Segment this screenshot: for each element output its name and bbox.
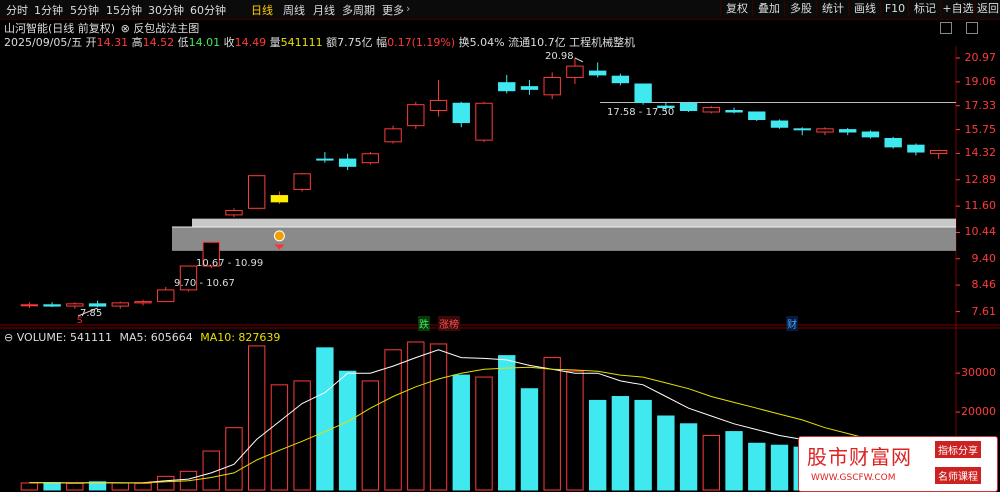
- candle-body: [839, 129, 857, 133]
- volume-bar: [429, 343, 448, 491]
- resistance-label: 17.58 - 17.50: [607, 107, 675, 118]
- candle-body: [588, 70, 607, 76]
- price-tick-label: 12.89: [964, 172, 997, 186]
- volume-bar: [43, 482, 61, 491]
- event-mark-finance[interactable]: 财: [786, 316, 798, 331]
- candle-body: [520, 86, 539, 90]
- volume-bar: [566, 370, 584, 491]
- volume-bar: [520, 388, 539, 491]
- volume-bar: [293, 380, 311, 491]
- candle-body: [111, 302, 129, 307]
- candle-body: [475, 102, 493, 141]
- event-mark-down[interactable]: 跌: [418, 316, 430, 331]
- volume-bar: [657, 415, 675, 491]
- price-tick-label: 15.75: [964, 122, 997, 136]
- volume-bar: [338, 370, 357, 491]
- volume-bar: [702, 434, 721, 491]
- candle-body: [338, 158, 357, 167]
- volume-bar: [475, 376, 493, 491]
- low-price-label: 7.85: [80, 308, 103, 319]
- candle-body: [611, 75, 630, 84]
- price-tick-label: 7.61: [971, 304, 997, 318]
- candle-body: [816, 128, 834, 133]
- kline-chart[interactable]: S: [0, 0, 1000, 492]
- candle-body: [247, 175, 266, 209]
- event-mark-rank[interactable]: 涨榜: [438, 316, 460, 331]
- volume-bar: [247, 345, 266, 491]
- candle-body: [543, 76, 561, 96]
- volume-bar: [611, 396, 630, 491]
- candle-body: [407, 104, 425, 127]
- volume-bar: [111, 482, 129, 491]
- candle-body: [157, 289, 175, 303]
- volume-bar: [679, 423, 698, 491]
- candle-body: [884, 138, 902, 148]
- volume-bar: [361, 380, 380, 491]
- price-tick-label: 19.06: [964, 74, 997, 88]
- zone-label-lower: 9.70 - 10.67: [174, 278, 235, 289]
- candle-body: [679, 102, 698, 112]
- candle-body: [702, 107, 721, 113]
- candle-body: [88, 303, 107, 307]
- volume-bar: [134, 482, 152, 491]
- candle-body: [452, 102, 470, 124]
- price-tick-label: 10.44: [964, 225, 997, 239]
- candle-body: [748, 111, 766, 120]
- candle-body: [566, 65, 584, 78]
- candle-body: [498, 82, 516, 92]
- support-zone-lower: [172, 227, 956, 251]
- price-tick-label: 8.46: [971, 278, 997, 292]
- volume-bar: [543, 357, 561, 491]
- volume-bar: [725, 431, 743, 491]
- price-tick-label: 9.40: [971, 251, 997, 265]
- zone-label-upper: 10.67 - 10.99: [196, 258, 264, 269]
- volume-bar: [770, 444, 789, 491]
- price-tick-label: 14.32: [964, 146, 997, 160]
- volume-bar: [588, 399, 607, 491]
- watermark: 股市财富网 指标分享 WWW.GSCFW.COM 名师课程: [798, 436, 998, 492]
- candle-body: [316, 158, 334, 161]
- peak-label: 20.98: [545, 51, 574, 62]
- volume-bar: [748, 442, 766, 491]
- candle-body: [20, 304, 39, 307]
- candle-body: [225, 209, 243, 216]
- volume-bar: [498, 355, 516, 491]
- price-tick-label: 17.33: [964, 98, 997, 112]
- candle-body: [929, 149, 948, 155]
- price-tick-label: 20.97: [964, 50, 997, 64]
- volume-bar: [66, 482, 84, 491]
- candle-body: [43, 304, 61, 307]
- candle-body: [770, 120, 789, 128]
- watermark-title: 股市财富网: [807, 445, 912, 469]
- candle-body: [861, 131, 880, 138]
- buy-signal-icon: [273, 230, 285, 242]
- volume-bar: [157, 475, 175, 491]
- candle-body: [793, 128, 811, 131]
- volume-bar: [316, 347, 334, 491]
- peak-pointer: [574, 57, 584, 63]
- price-tick-label: 11.60: [964, 199, 997, 213]
- candle-body: [361, 153, 380, 164]
- volume-bar: [634, 399, 652, 491]
- candle-body: [270, 195, 289, 203]
- watermark-url: WWW.GSCFW.COM: [811, 473, 896, 483]
- candle-body: [384, 128, 402, 143]
- volume-tick-label: 20000: [961, 405, 996, 419]
- volume-tick-label: 30000: [961, 366, 996, 380]
- volume-bar: [270, 384, 289, 491]
- volume-bar: [407, 341, 425, 491]
- watermark-tag-2: 名师课程: [935, 467, 981, 484]
- volume-bar: [452, 374, 470, 491]
- candle-body: [134, 301, 152, 304]
- candle-body: [293, 173, 311, 190]
- candle-body: [66, 303, 84, 307]
- watermark-tag-1: 指标分享: [935, 441, 981, 458]
- candle-body: [429, 99, 448, 112]
- volume-bar: [20, 482, 39, 491]
- volume-bar: [225, 427, 243, 491]
- volume-bar: [384, 349, 402, 491]
- candle-body: [634, 83, 652, 104]
- candle-body: [725, 110, 743, 113]
- candle-body: [907, 144, 925, 153]
